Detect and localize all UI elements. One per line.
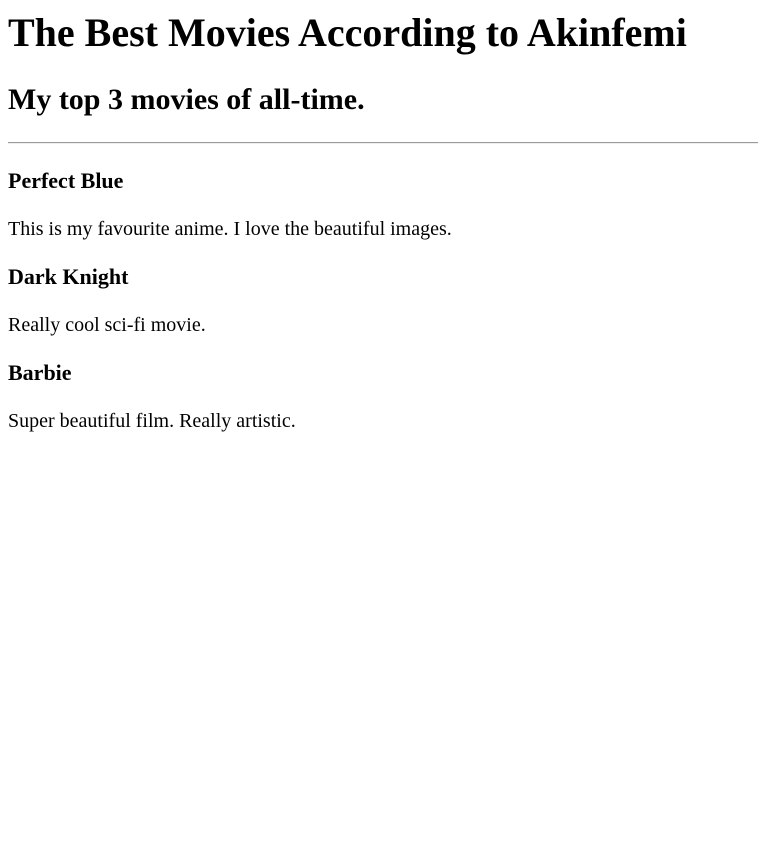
page-content: The Best Movies According to Akinfemi My… [0,10,766,433]
movie-item: Perfect Blue This is my favourite anime.… [8,168,758,241]
movie-description: Super beautiful film. Really artistic. [8,410,296,432]
movie-item: Barbie Super beautiful film. Really arti… [8,360,758,433]
movie-title: Perfect Blue [8,168,124,193]
movie-description: Really cool sci-fi movie. [8,314,206,336]
divider [8,142,758,144]
page-title: The Best Movies According to Akinfemi [8,10,687,55]
movie-description: This is my favourite anime. I love the b… [8,218,452,240]
movie-title: Barbie [8,360,72,385]
movie-item: Dark Knight Really cool sci-fi movie. [8,264,758,337]
movie-title: Dark Knight [8,264,129,289]
page-subtitle: My top 3 movies of all-time. [8,83,365,116]
